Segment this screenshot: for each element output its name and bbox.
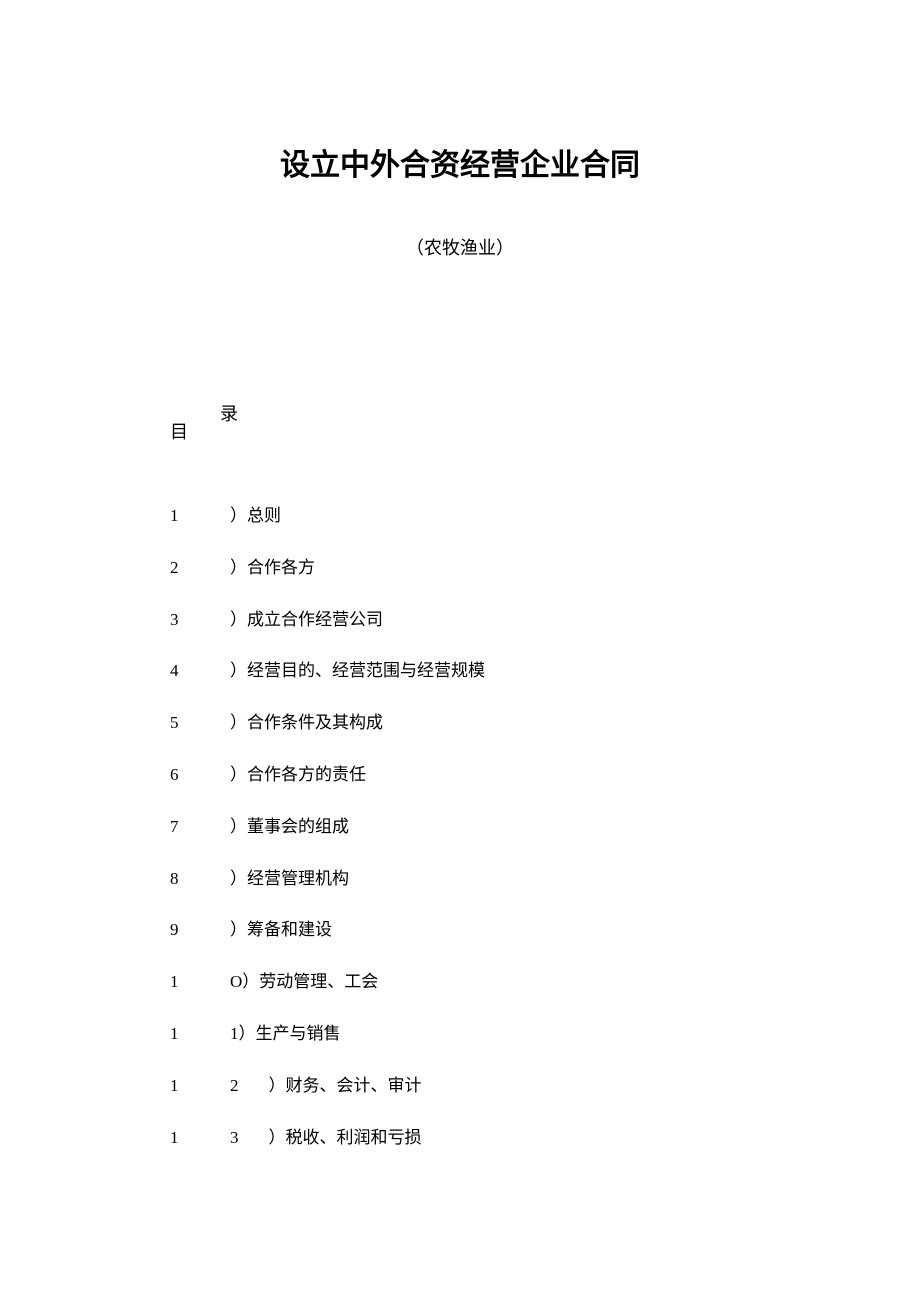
document-page: 设立中外合资经营企业合同 （农牧渔业） 目 录 1 ）总则 2 ）合作各方 3 … — [0, 0, 920, 1149]
toc-number: 8 — [170, 867, 230, 891]
toc-text: ）合作各方 — [230, 556, 315, 580]
toc-subnum: 1 — [230, 1022, 239, 1046]
toc-subnum: 3 — [230, 1126, 239, 1150]
toc-item: 2 ）合作各方 — [170, 556, 750, 580]
toc-item: 7 ）董事会的组成 — [170, 815, 750, 839]
toc-text: ）合作条件及其构成 — [230, 711, 383, 735]
toc-item: 1 3 ）税收、利润和亏损 — [170, 1126, 750, 1150]
toc-text: ）合作各方的责任 — [230, 763, 366, 787]
toc-text: ）总则 — [230, 504, 281, 528]
toc-number: 1 — [170, 1074, 230, 1098]
toc-number: 7 — [170, 815, 230, 839]
document-subtitle: （农牧渔业） — [170, 234, 750, 260]
toc-subnum: O — [230, 970, 242, 994]
toc-text: 3 ）税收、利润和亏损 — [230, 1126, 422, 1150]
toc-number: 5 — [170, 711, 230, 735]
toc-text: ）经营管理机构 — [230, 867, 349, 891]
toc-subnum: 2 — [230, 1074, 239, 1098]
toc-item: 1 O）劳动管理、工会 — [170, 970, 750, 994]
toc-item: 3 ）成立合作经营公司 — [170, 608, 750, 632]
toc-number: 1 — [170, 1126, 230, 1150]
toc-item: 4 ）经营目的、经营范围与经营规模 — [170, 659, 750, 683]
toc-number: 3 — [170, 608, 230, 632]
toc-item: 8 ）经营管理机构 — [170, 867, 750, 891]
toc-text: O）劳动管理、工会 — [230, 970, 378, 994]
toc-item: 1 2 ）财务、会计、审计 — [170, 1074, 750, 1098]
toc-text-inner: ）财务、会计、审计 — [269, 1076, 422, 1095]
toc-text: 1）生产与销售 — [230, 1022, 341, 1046]
toc-text-inner: ）税收、利润和亏损 — [269, 1128, 422, 1147]
toc-text: ）筹备和建设 — [230, 918, 332, 942]
toc-item: 5 ）合作条件及其构成 — [170, 711, 750, 735]
toc-number: 4 — [170, 659, 230, 683]
toc-number: 9 — [170, 918, 230, 942]
toc-text: ）经营目的、经营范围与经营规模 — [230, 659, 485, 683]
toc-item: 1 1）生产与销售 — [170, 1022, 750, 1046]
toc-label-char-2: 录 — [220, 400, 238, 444]
toc-header: 目 录 — [170, 400, 750, 444]
toc-text-inner: ）劳动管理、工会 — [242, 972, 378, 991]
toc-number: 1 — [170, 504, 230, 528]
toc-list: 1 ）总则 2 ）合作各方 3 ）成立合作经营公司 4 ）经营目的、经营范围与经… — [170, 504, 750, 1149]
toc-number: 2 — [170, 556, 230, 580]
toc-text: 2 ）财务、会计、审计 — [230, 1074, 422, 1098]
toc-number: 1 — [170, 1022, 230, 1046]
document-title: 设立中外合资经营企业合同 — [170, 140, 750, 184]
toc-item: 9 ）筹备和建设 — [170, 918, 750, 942]
toc-number: 6 — [170, 763, 230, 787]
toc-label-char-1: 目 — [170, 400, 220, 444]
toc-item: 1 ）总则 — [170, 504, 750, 528]
toc-number: 1 — [170, 970, 230, 994]
toc-text: ）董事会的组成 — [230, 815, 349, 839]
toc-text: ）成立合作经营公司 — [230, 608, 383, 632]
toc-item: 6 ）合作各方的责任 — [170, 763, 750, 787]
toc-text-inner: ）生产与销售 — [239, 1024, 341, 1043]
